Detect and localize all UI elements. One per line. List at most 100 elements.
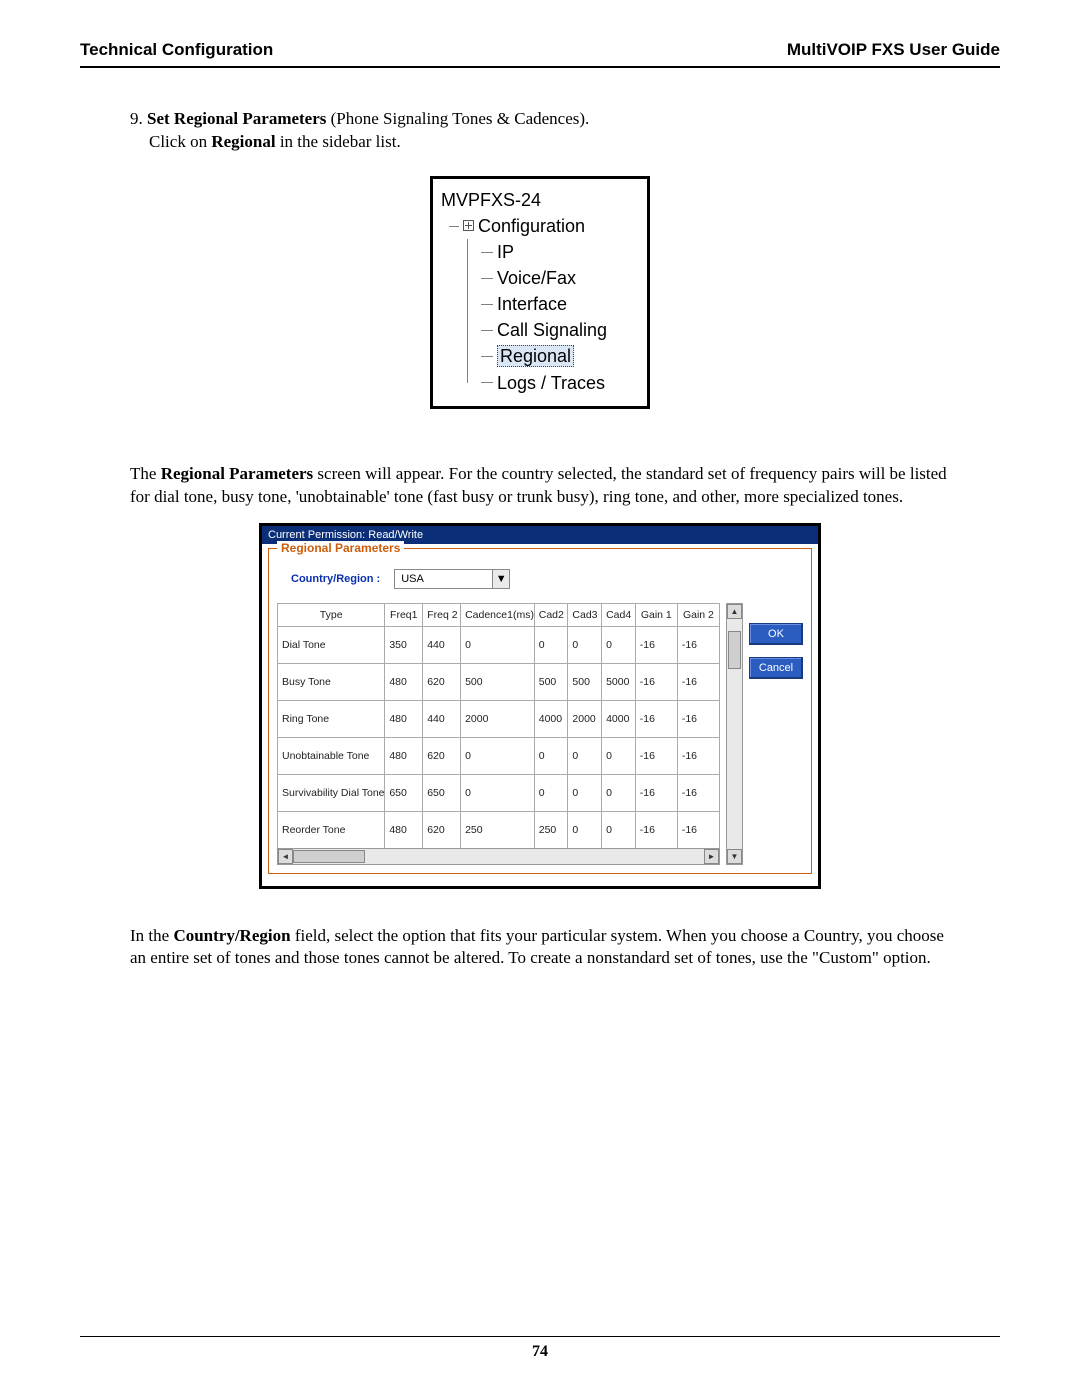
- table-cell: 480: [385, 811, 423, 848]
- table-cell: 0: [568, 737, 602, 774]
- table-cell: -16: [677, 663, 719, 700]
- table-cell: 0: [534, 774, 568, 811]
- table-header-cell: Freq 2: [423, 603, 461, 626]
- table-cell: 620: [423, 663, 461, 700]
- para1-pre: The: [130, 464, 161, 483]
- chevron-down-icon[interactable]: ▼: [492, 570, 509, 588]
- paragraph-2: In the Country/Region field, select the …: [130, 925, 950, 971]
- table-header-cell: Type: [278, 603, 385, 626]
- tones-table-wrapper: TypeFreq1Freq 2Cadence1(ms)Cad2Cad3Cad4G…: [277, 603, 720, 865]
- table-header-cell: Cad4: [602, 603, 636, 626]
- table-row[interactable]: Reorder Tone48062025025000-16-16: [278, 811, 720, 848]
- table-header-cell: Cadence1(ms): [461, 603, 535, 626]
- step-number: 9.: [130, 109, 143, 128]
- table-cell: Unobtainable Tone: [278, 737, 385, 774]
- table-cell: -16: [635, 737, 677, 774]
- table-body: Dial Tone3504400000-16-16Busy Tone480620…: [278, 626, 720, 848]
- vertical-scrollbar[interactable]: ▲ ▼: [726, 603, 743, 865]
- tree-leaf-highlighted[interactable]: Regional: [497, 345, 574, 367]
- table-cell: 0: [534, 626, 568, 663]
- tones-table: TypeFreq1Freq 2Cadence1(ms)Cad2Cad3Cad4G…: [277, 603, 720, 849]
- step-bold-title: Set Regional Parameters: [147, 109, 326, 128]
- country-value: USA: [395, 573, 492, 585]
- scroll-right-icon[interactable]: ►: [704, 849, 719, 864]
- para2-pre: In the: [130, 926, 173, 945]
- table-row[interactable]: Survivability Dial Tone6506500000-16-16: [278, 774, 720, 811]
- table-cell: 620: [423, 737, 461, 774]
- table-cell: -16: [635, 811, 677, 848]
- table-row[interactable]: Busy Tone4806205005005005000-16-16: [278, 663, 720, 700]
- table-cell: 480: [385, 663, 423, 700]
- step-rest1: (Phone Signaling Tones & Cadences).: [326, 109, 589, 128]
- hscroll-thumb[interactable]: [293, 850, 365, 863]
- dialog-buttons: OK Cancel: [749, 603, 803, 865]
- table-cell: 650: [385, 774, 423, 811]
- page-number: 74: [532, 1343, 548, 1360]
- table-cell: -16: [635, 626, 677, 663]
- tree-branch-label: Configuration: [478, 216, 585, 236]
- step-9: 9. Set Regional Parameters (Phone Signal…: [130, 108, 1000, 154]
- tree-leaf[interactable]: Interface: [481, 291, 639, 317]
- scroll-up-icon[interactable]: ▲: [727, 604, 742, 619]
- vscroll-thumb[interactable]: [728, 631, 741, 669]
- ok-button[interactable]: OK: [749, 623, 803, 645]
- table-cell: 650: [423, 774, 461, 811]
- table-header-row: TypeFreq1Freq 2Cadence1(ms)Cad2Cad3Cad4G…: [278, 603, 720, 626]
- regional-params-screenshot: Current Permission: Read/Write Regional …: [259, 523, 821, 889]
- table-cell: Reorder Tone: [278, 811, 385, 848]
- table-row[interactable]: Ring Tone4804402000400020004000-16-16: [278, 700, 720, 737]
- tree-children: IPVoice/FaxInterfaceCall SignalingRegion…: [441, 239, 639, 396]
- table-cell: Dial Tone: [278, 626, 385, 663]
- step-bold2: Regional: [211, 132, 275, 151]
- tree-leaf[interactable]: Call Signaling: [481, 317, 639, 343]
- table-cell: 480: [385, 737, 423, 774]
- table-cell: 250: [461, 811, 535, 848]
- table-cell: 250: [534, 811, 568, 848]
- table-cell: 0: [568, 774, 602, 811]
- scroll-down-icon[interactable]: ▼: [727, 849, 742, 864]
- step-line2b: in the sidebar list.: [276, 132, 401, 151]
- table-cell: -16: [677, 700, 719, 737]
- tree-leaf[interactable]: Logs / Traces: [481, 370, 639, 396]
- tree-leaf[interactable]: IP: [481, 239, 639, 265]
- table-cell: 0: [602, 811, 636, 848]
- tree-leaf[interactable]: Voice/Fax: [481, 265, 639, 291]
- table-cell: -16: [677, 626, 719, 663]
- scroll-left-icon[interactable]: ◄: [278, 849, 293, 864]
- table-cell: 0: [461, 626, 535, 663]
- country-label: Country/Region :: [291, 573, 380, 585]
- table-cell: 0: [568, 626, 602, 663]
- table-row[interactable]: Unobtainable Tone4806200000-16-16: [278, 737, 720, 774]
- header-right: MultiVOIP FXS User Guide: [787, 40, 1000, 60]
- tree-branch: Configuration: [441, 213, 639, 239]
- table-cell: 0: [461, 737, 535, 774]
- para1-bold: Regional Parameters: [161, 464, 313, 483]
- table-cell: 500: [534, 663, 568, 700]
- table-cell: 620: [423, 811, 461, 848]
- table-cell: 350: [385, 626, 423, 663]
- cancel-button[interactable]: Cancel: [749, 657, 803, 679]
- table-cell: Ring Tone: [278, 700, 385, 737]
- para2-bold: Country/Region: [173, 926, 290, 945]
- header-left: Technical Configuration: [80, 40, 273, 60]
- tree-expand-icon: [463, 220, 474, 231]
- table-cell: 2000: [568, 700, 602, 737]
- table-cell: 0: [534, 737, 568, 774]
- table-cell: Busy Tone: [278, 663, 385, 700]
- table-cell: 500: [461, 663, 535, 700]
- table-cell: 2000: [461, 700, 535, 737]
- horizontal-scrollbar[interactable]: ◄ ►: [277, 848, 720, 865]
- table-header-cell: Freq1: [385, 603, 423, 626]
- table-cell: 0: [568, 811, 602, 848]
- table-header-cell: Gain 1: [635, 603, 677, 626]
- table-row[interactable]: Dial Tone3504400000-16-16: [278, 626, 720, 663]
- tree-leaf[interactable]: Regional: [481, 343, 639, 369]
- sidebar-tree-screenshot: MVPFXS-24 Configuration IPVoice/FaxInter…: [430, 176, 650, 409]
- table-cell: 4000: [534, 700, 568, 737]
- country-select[interactable]: USA ▼: [394, 569, 510, 589]
- table-header-cell: Cad2: [534, 603, 568, 626]
- table-cell: 440: [423, 700, 461, 737]
- tree-root: MVPFXS-24: [441, 187, 639, 213]
- table-cell: 500: [568, 663, 602, 700]
- table-cell: 5000: [602, 663, 636, 700]
